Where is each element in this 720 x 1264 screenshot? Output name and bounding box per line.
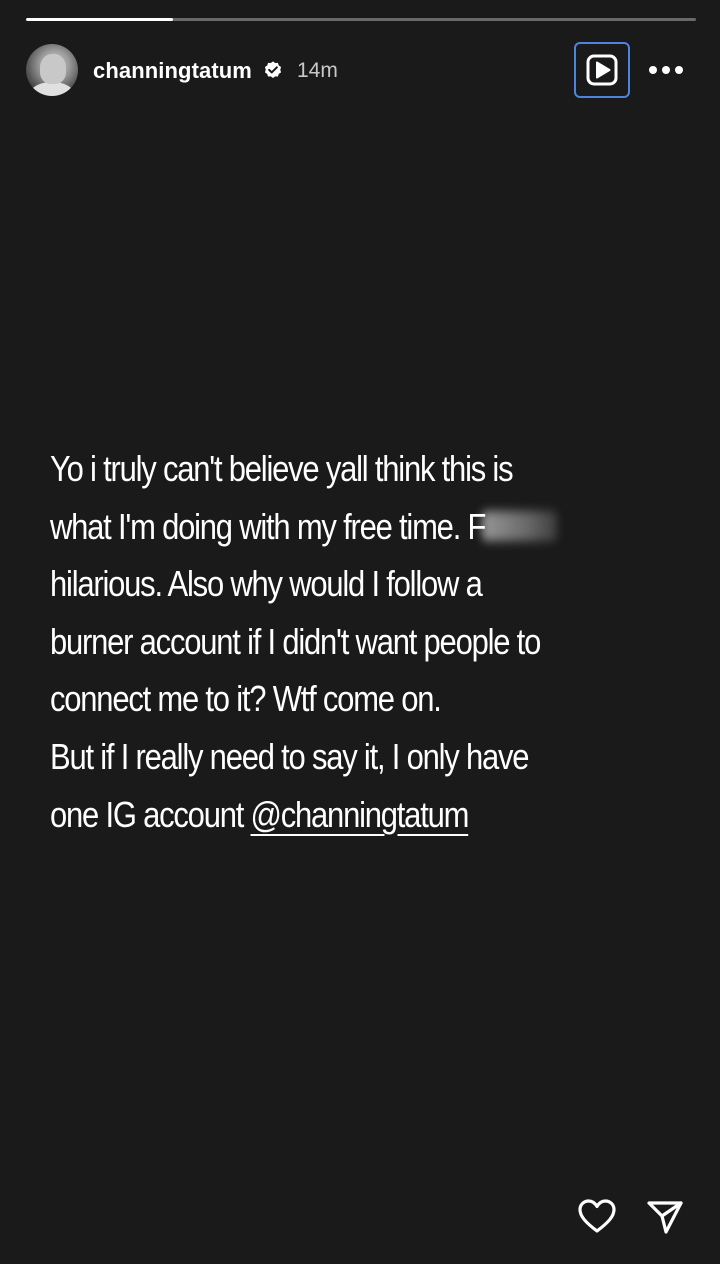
username[interactable]: channingtatum bbox=[93, 58, 252, 84]
more-options-button[interactable] bbox=[646, 56, 686, 84]
story-text: Yo i truly can't believe yall think this… bbox=[50, 440, 690, 843]
story-text-line: what I'm doing with my free time. F bbox=[50, 498, 690, 556]
story-timestamp: 14m bbox=[297, 59, 338, 82]
story-progress-fill bbox=[26, 18, 174, 21]
story-text-line: Yo i truly can't believe yall think this… bbox=[50, 448, 514, 489]
verified-badge-icon bbox=[264, 61, 282, 79]
play-icon bbox=[586, 54, 618, 86]
more-options-icon bbox=[649, 66, 683, 74]
story-text-segment: one IG account bbox=[50, 793, 251, 835]
story-text-segment: what I'm doing with my free time. F bbox=[50, 505, 486, 547]
story-text-line: But if I really need to say it, I only h… bbox=[50, 735, 529, 777]
send-icon[interactable] bbox=[644, 1196, 686, 1238]
story-text-line: connect me to it? Wtf come on. bbox=[50, 678, 442, 720]
story-header: channingtatum 14m bbox=[26, 42, 696, 98]
play-button[interactable] bbox=[574, 42, 630, 98]
story-text-line: burner account if I didn't want people t… bbox=[50, 620, 541, 662]
story-progress-bar bbox=[26, 18, 696, 21]
story-text-line: hilarious. Also why would I follow a bbox=[50, 563, 483, 605]
avatar[interactable] bbox=[26, 44, 78, 96]
heart-icon[interactable] bbox=[576, 1196, 618, 1238]
story-text-line: one IG account @channingtatum bbox=[50, 786, 690, 844]
mention-link[interactable]: @channingtatum bbox=[251, 794, 470, 835]
censored-word-blur bbox=[481, 510, 558, 541]
